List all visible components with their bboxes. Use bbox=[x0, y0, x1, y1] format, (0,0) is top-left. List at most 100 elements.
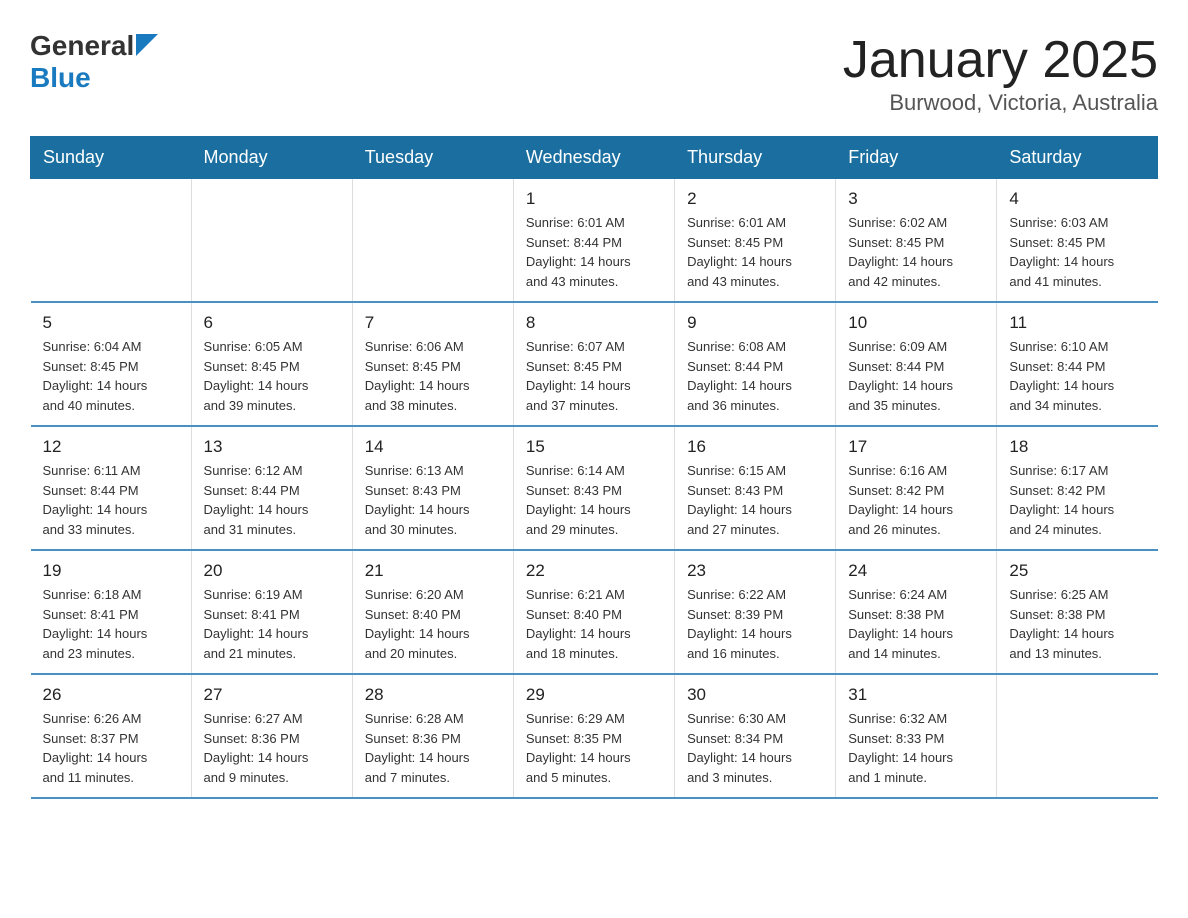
day-number: 9 bbox=[687, 313, 823, 333]
calendar-cell: 1 Sunrise: 6:01 AM Sunset: 8:44 PM Daylig… bbox=[513, 179, 674, 303]
day-info: Sunrise: 6:12 AM Sunset: 8:44 PM Dayligh… bbox=[204, 461, 340, 539]
month-title: January 2025 bbox=[843, 30, 1158, 90]
calendar-table: SundayMondayTuesdayWednesdayThursdayFrid… bbox=[30, 136, 1158, 799]
day-number: 1 bbox=[526, 189, 662, 209]
day-info: Sunrise: 6:30 AM Sunset: 8:34 PM Dayligh… bbox=[687, 709, 823, 787]
calendar-cell: 6Sunrise: 6:05 AM Sunset: 8:45 PM Daylig… bbox=[191, 302, 352, 426]
calendar-cell: 15 Sunrise: 6:14 AM Sunset: 8:43 PM Dayli… bbox=[513, 426, 674, 550]
day-number: 22 bbox=[526, 561, 662, 581]
weekday-header-row: SundayMondayTuesdayWednesdayThursdayFrid… bbox=[31, 137, 1158, 179]
day-number: 18 bbox=[1009, 437, 1145, 457]
weekday-header-saturday: Saturday bbox=[997, 137, 1158, 179]
day-number: 25 bbox=[1009, 561, 1145, 581]
day-number: 27 bbox=[204, 685, 340, 705]
day-number: 13 bbox=[204, 437, 340, 457]
weekday-header-tuesday: Tuesday bbox=[352, 137, 513, 179]
calendar-cell bbox=[352, 179, 513, 303]
day-number: 15 bbox=[526, 437, 662, 457]
calendar-cell: 13 Sunrise: 6:12 AM Sunset: 8:44 PM Dayli… bbox=[191, 426, 352, 550]
day-info: Sunrise: 6:17 AM Sunset: 8:42 PM Dayligh… bbox=[1009, 461, 1145, 539]
day-number: 11 bbox=[1009, 313, 1145, 333]
calendar-cell: 24 Sunrise: 6:24 AM Sunset: 8:38 PM Dayli… bbox=[836, 550, 997, 674]
calendar-cell bbox=[191, 179, 352, 303]
day-number: 4 bbox=[1009, 189, 1145, 209]
day-info: Sunrise: 6:01 AM Sunset: 8:45 PM Dayligh… bbox=[687, 213, 823, 291]
day-info: Sunrise: 6:25 AM Sunset: 8:38 PM Dayligh… bbox=[1009, 585, 1145, 663]
calendar-cell: 28Sunrise: 6:28 AM Sunset: 8:36 PM Dayli… bbox=[352, 674, 513, 798]
weekday-header-monday: Monday bbox=[191, 137, 352, 179]
day-info: Sunrise: 6:05 AM Sunset: 8:45 PM Dayligh… bbox=[204, 337, 340, 415]
location-text: Burwood, Victoria, Australia bbox=[843, 90, 1158, 116]
calendar-cell: 7Sunrise: 6:06 AM Sunset: 8:45 PM Daylig… bbox=[352, 302, 513, 426]
calendar-cell: 16 Sunrise: 6:15 AM Sunset: 8:43 PM Dayli… bbox=[675, 426, 836, 550]
calendar-cell: 2Sunrise: 6:01 AM Sunset: 8:45 PM Daylig… bbox=[675, 179, 836, 303]
calendar-cell: 19Sunrise: 6:18 AM Sunset: 8:41 PM Dayli… bbox=[31, 550, 192, 674]
day-number: 3 bbox=[848, 189, 984, 209]
day-info: Sunrise: 6:29 AM Sunset: 8:35 PM Dayligh… bbox=[526, 709, 662, 787]
day-number: 23 bbox=[687, 561, 823, 581]
day-number: 12 bbox=[43, 437, 179, 457]
day-info: Sunrise: 6:08 AM Sunset: 8:44 PM Dayligh… bbox=[687, 337, 823, 415]
calendar-cell: 8 Sunrise: 6:07 AM Sunset: 8:45 PM Daylig… bbox=[513, 302, 674, 426]
weekday-header-thursday: Thursday bbox=[675, 137, 836, 179]
day-info: Sunrise: 6:16 AM Sunset: 8:42 PM Dayligh… bbox=[848, 461, 984, 539]
day-info: Sunrise: 6:07 AM Sunset: 8:45 PM Dayligh… bbox=[526, 337, 662, 415]
calendar-cell: 18 Sunrise: 6:17 AM Sunset: 8:42 PM Dayli… bbox=[997, 426, 1158, 550]
day-info: Sunrise: 6:20 AM Sunset: 8:40 PM Dayligh… bbox=[365, 585, 501, 663]
day-info: Sunrise: 6:14 AM Sunset: 8:43 PM Dayligh… bbox=[526, 461, 662, 539]
weekday-header-friday: Friday bbox=[836, 137, 997, 179]
calendar-cell: 3Sunrise: 6:02 AM Sunset: 8:45 PM Daylig… bbox=[836, 179, 997, 303]
day-number: 31 bbox=[848, 685, 984, 705]
day-number: 8 bbox=[526, 313, 662, 333]
day-info: Sunrise: 6:26 AM Sunset: 8:37 PM Dayligh… bbox=[43, 709, 179, 787]
day-number: 28 bbox=[365, 685, 501, 705]
day-info: Sunrise: 6:03 AM Sunset: 8:45 PM Dayligh… bbox=[1009, 213, 1145, 291]
calendar-cell: 4 Sunrise: 6:03 AM Sunset: 8:45 PM Daylig… bbox=[997, 179, 1158, 303]
calendar-cell: 21 Sunrise: 6:20 AM Sunset: 8:40 PM Dayli… bbox=[352, 550, 513, 674]
calendar-week-row: 12 Sunrise: 6:11 AM Sunset: 8:44 PM Dayli… bbox=[31, 426, 1158, 550]
day-info: Sunrise: 6:32 AM Sunset: 8:33 PM Dayligh… bbox=[848, 709, 984, 787]
calendar-cell: 22Sunrise: 6:21 AM Sunset: 8:40 PM Dayli… bbox=[513, 550, 674, 674]
day-number: 20 bbox=[204, 561, 340, 581]
calendar-cell bbox=[997, 674, 1158, 798]
day-info: Sunrise: 6:01 AM Sunset: 8:44 PM Dayligh… bbox=[526, 213, 662, 291]
day-info: Sunrise: 6:13 AM Sunset: 8:43 PM Dayligh… bbox=[365, 461, 501, 539]
calendar-cell: 10 Sunrise: 6:09 AM Sunset: 8:44 PM Dayli… bbox=[836, 302, 997, 426]
calendar-cell: 20Sunrise: 6:19 AM Sunset: 8:41 PM Dayli… bbox=[191, 550, 352, 674]
day-info: Sunrise: 6:18 AM Sunset: 8:41 PM Dayligh… bbox=[43, 585, 179, 663]
calendar-week-row: 5 Sunrise: 6:04 AM Sunset: 8:45 PM Daylig… bbox=[31, 302, 1158, 426]
calendar-cell: 25 Sunrise: 6:25 AM Sunset: 8:38 PM Dayli… bbox=[997, 550, 1158, 674]
weekday-header-sunday: Sunday bbox=[31, 137, 192, 179]
day-info: Sunrise: 6:04 AM Sunset: 8:45 PM Dayligh… bbox=[43, 337, 179, 415]
calendar-cell: 5 Sunrise: 6:04 AM Sunset: 8:45 PM Daylig… bbox=[31, 302, 192, 426]
day-number: 14 bbox=[365, 437, 501, 457]
calendar-cell: 12 Sunrise: 6:11 AM Sunset: 8:44 PM Dayli… bbox=[31, 426, 192, 550]
calendar-cell: 17 Sunrise: 6:16 AM Sunset: 8:42 PM Dayli… bbox=[836, 426, 997, 550]
calendar-cell: 14 Sunrise: 6:13 AM Sunset: 8:43 PM Dayli… bbox=[352, 426, 513, 550]
calendar-cell: 31 Sunrise: 6:32 AM Sunset: 8:33 PM Dayli… bbox=[836, 674, 997, 798]
day-number: 24 bbox=[848, 561, 984, 581]
calendar-cell: 29Sunrise: 6:29 AM Sunset: 8:35 PM Dayli… bbox=[513, 674, 674, 798]
logo-blue-text: Blue bbox=[30, 62, 91, 93]
day-number: 10 bbox=[848, 313, 984, 333]
day-info: Sunrise: 6:06 AM Sunset: 8:45 PM Dayligh… bbox=[365, 337, 501, 415]
day-info: Sunrise: 6:15 AM Sunset: 8:43 PM Dayligh… bbox=[687, 461, 823, 539]
day-number: 16 bbox=[687, 437, 823, 457]
day-number: 30 bbox=[687, 685, 823, 705]
day-number: 5 bbox=[43, 313, 179, 333]
day-info: Sunrise: 6:10 AM Sunset: 8:44 PM Dayligh… bbox=[1009, 337, 1145, 415]
calendar-cell: 11 Sunrise: 6:10 AM Sunset: 8:44 PM Dayli… bbox=[997, 302, 1158, 426]
calendar-cell: 26 Sunrise: 6:26 AM Sunset: 8:37 PM Dayli… bbox=[31, 674, 192, 798]
day-number: 21 bbox=[365, 561, 501, 581]
day-number: 26 bbox=[43, 685, 179, 705]
calendar-week-row: 26 Sunrise: 6:26 AM Sunset: 8:37 PM Dayli… bbox=[31, 674, 1158, 798]
page-header: General Blue January 2025 Burwood, Victo… bbox=[30, 30, 1158, 116]
day-info: Sunrise: 6:24 AM Sunset: 8:38 PM Dayligh… bbox=[848, 585, 984, 663]
day-number: 17 bbox=[848, 437, 984, 457]
day-info: Sunrise: 6:09 AM Sunset: 8:44 PM Dayligh… bbox=[848, 337, 984, 415]
calendar-cell: 23Sunrise: 6:22 AM Sunset: 8:39 PM Dayli… bbox=[675, 550, 836, 674]
calendar-week-row: 19Sunrise: 6:18 AM Sunset: 8:41 PM Dayli… bbox=[31, 550, 1158, 674]
title-area: January 2025 Burwood, Victoria, Australi… bbox=[843, 30, 1158, 116]
day-info: Sunrise: 6:11 AM Sunset: 8:44 PM Dayligh… bbox=[43, 461, 179, 539]
logo: General Blue bbox=[30, 30, 158, 94]
